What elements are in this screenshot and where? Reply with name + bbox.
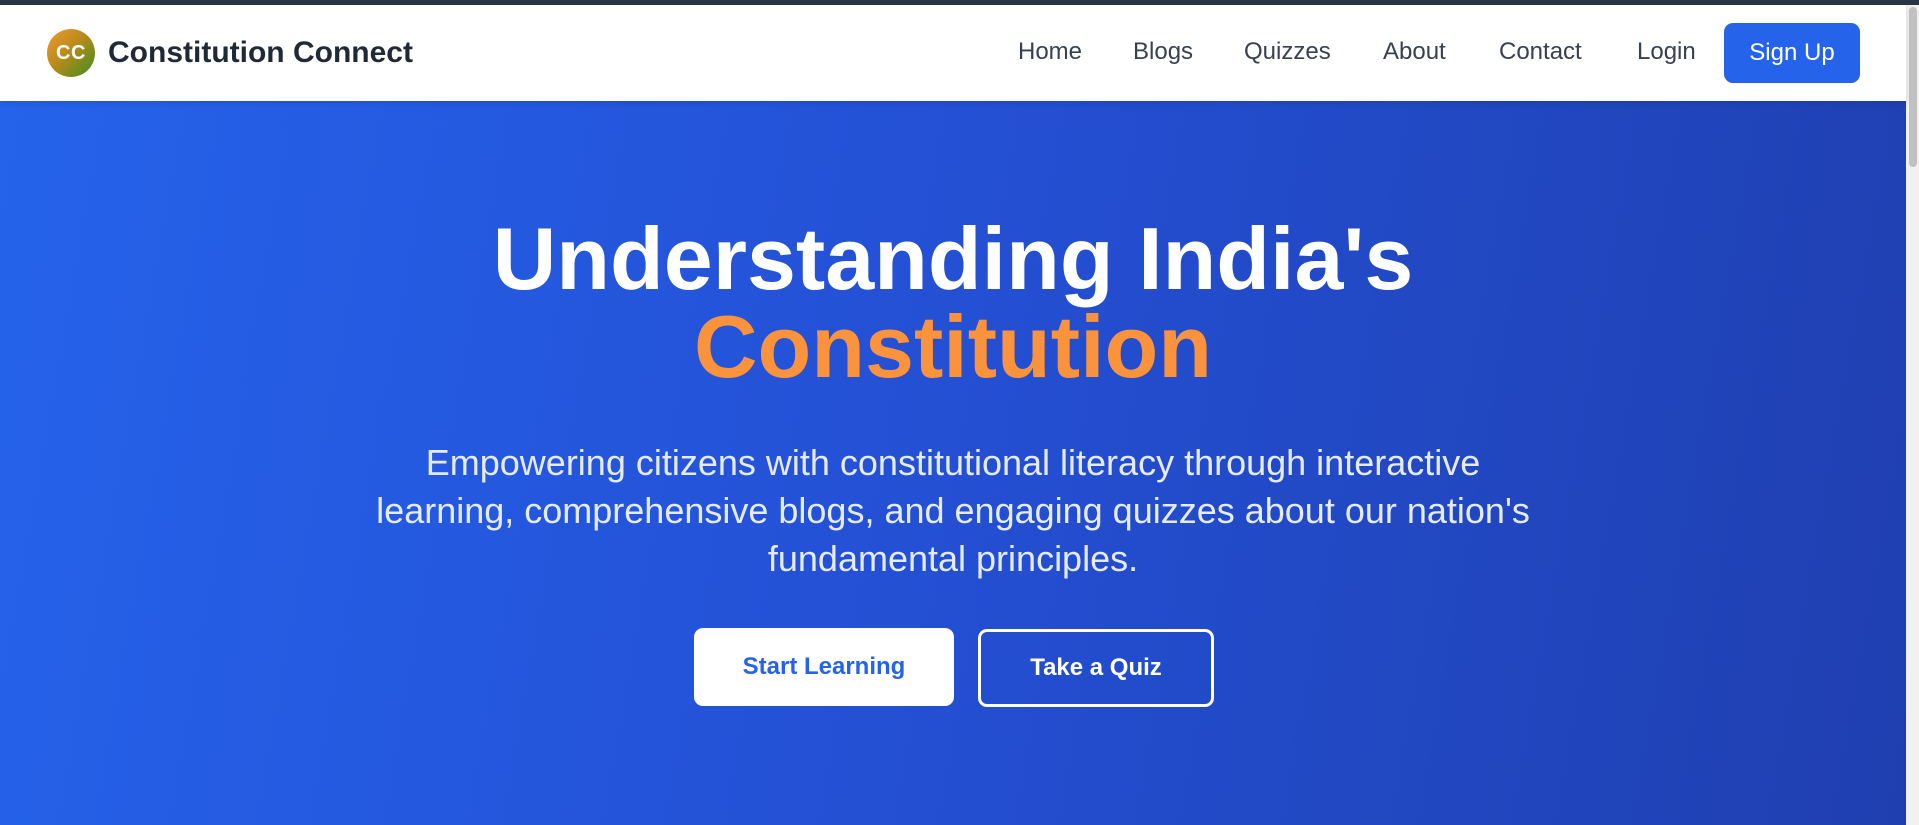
signup-button[interactable]: Sign Up bbox=[1724, 23, 1860, 83]
page-scrollbar[interactable] bbox=[1906, 5, 1919, 825]
nav-blogs-link[interactable]: Blogs bbox=[1133, 38, 1193, 66]
hero-subtitle: Empowering citizens with constitutional … bbox=[376, 442, 1530, 579]
hero-title-highlight: Constitution bbox=[693, 297, 1213, 396]
start-learning-button[interactable]: Start Learning bbox=[694, 628, 954, 706]
nav-contact-link[interactable]: Contact bbox=[1499, 38, 1582, 66]
hero-title: Understanding India's Constitution bbox=[0, 215, 1906, 391]
hero-section: Understanding India's Constitution Empow… bbox=[0, 101, 1906, 825]
brand[interactable]: CC Constitution Connect bbox=[47, 29, 413, 77]
take-quiz-button[interactable]: Take a Quiz bbox=[978, 629, 1214, 707]
top-navbar: CC Constitution Connect Home Blogs Quizz… bbox=[0, 5, 1906, 101]
nav-login-link[interactable]: Login bbox=[1637, 38, 1696, 66]
nav-about-link[interactable]: About bbox=[1383, 38, 1446, 66]
brand-logo: CC bbox=[47, 29, 95, 77]
brand-name: Constitution Connect bbox=[108, 36, 413, 69]
hero-title-line1: Understanding India's bbox=[492, 209, 1414, 308]
nav-quizzes-link[interactable]: Quizzes bbox=[1244, 38, 1331, 66]
nav-home-link[interactable]: Home bbox=[1018, 38, 1082, 66]
scrollbar-thumb[interactable] bbox=[1909, 7, 1917, 167]
